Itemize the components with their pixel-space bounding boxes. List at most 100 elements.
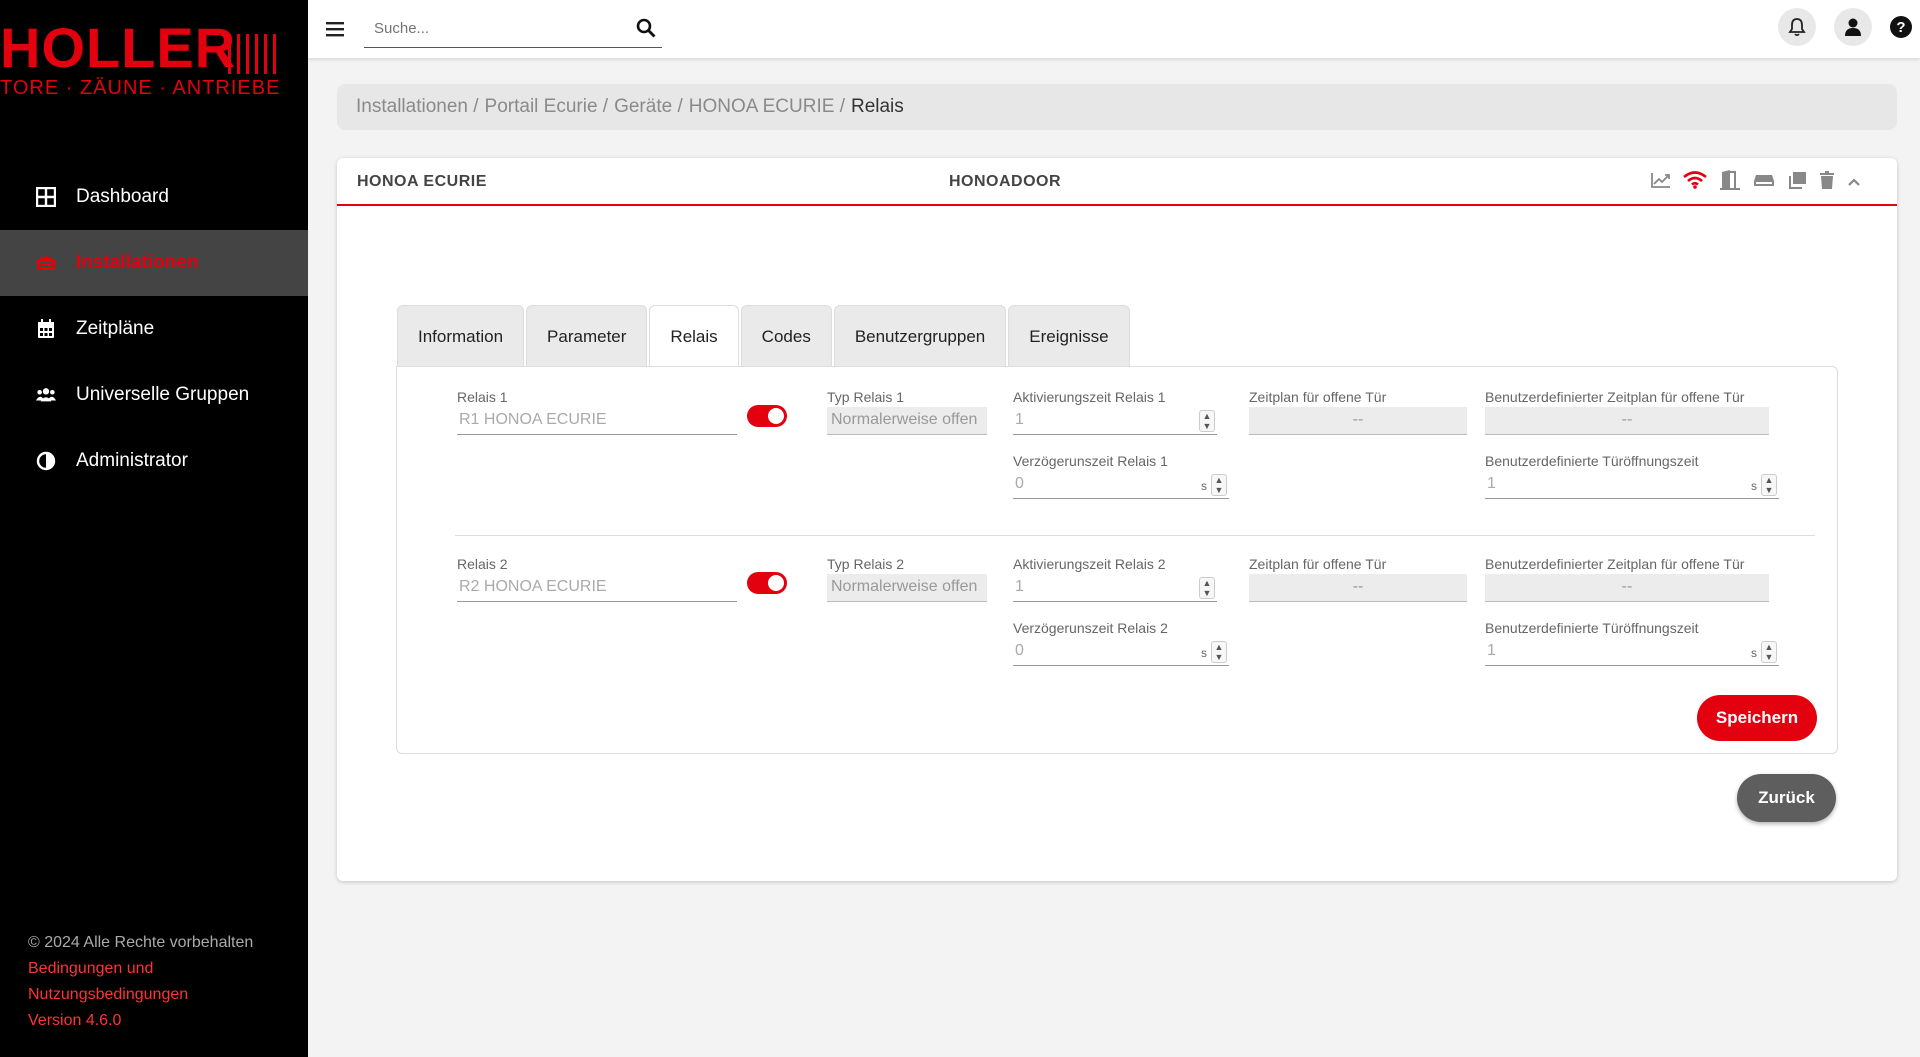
unit-label: s: [1751, 646, 1757, 660]
sidebar-item-dashboard[interactable]: Dashboard: [0, 164, 308, 230]
relay-1-delay-label: Verzögerunszeit Relais 1: [1013, 453, 1168, 469]
sidebar: HOLLER TORE · ZÄUNE · ANTRIEBE Dashboard…: [0, 0, 308, 1057]
relay-2-delay-input[interactable]: 0 s ▲ ▼: [1013, 638, 1229, 666]
sidebar-nav: Dashboard Installationen Zeitpläne Unive…: [0, 164, 308, 494]
stepper-icon[interactable]: ▲ ▼: [1761, 474, 1777, 496]
sidebar-item-label: Dashboard: [76, 186, 169, 207]
chevron-up-icon[interactable]: [1847, 174, 1861, 192]
breadcrumb-link-installationen[interactable]: Installationen /: [356, 96, 479, 118]
garage-icon: [36, 253, 56, 273]
sidebar-footer: © 2024 Alle Rechte vorbehalten Bedingung…: [28, 930, 253, 1034]
door-icon[interactable]: [1719, 170, 1741, 195]
version-text: Version 4.6.0: [28, 1012, 122, 1029]
breadcrumb-current: Relais: [850, 96, 904, 117]
relay-2-custom-schedule-label: Benutzerdefinierter Zeitplan für offene …: [1485, 556, 1745, 572]
hamburger-menu-icon[interactable]: [326, 16, 348, 42]
relay-1-schedule-select[interactable]: --: [1249, 407, 1467, 435]
sidebar-item-label: Installationen: [76, 252, 199, 273]
sidebar-item-universelle-gruppen[interactable]: Universelle Gruppen: [0, 362, 308, 428]
relay-1-schedule-label: Zeitplan für offene Tür: [1249, 389, 1387, 405]
tab-information[interactable]: Information: [397, 305, 525, 367]
tab-codes[interactable]: Codes: [740, 305, 832, 367]
copy-icon[interactable]: [1787, 171, 1807, 194]
relay-1-name-input[interactable]: R1 HONOA ECURIE: [457, 407, 737, 435]
relay-2-enable-toggle[interactable]: [747, 572, 787, 594]
relay-2-custom-schedule-select[interactable]: --: [1485, 574, 1769, 602]
relay-1-name-label: Relais 1: [457, 389, 508, 405]
users-icon: [36, 385, 56, 405]
relay-2-type-label: Typ Relais 2: [827, 556, 905, 572]
device-type: HONOADOOR: [949, 173, 1062, 190]
tab-ereignisse[interactable]: Ereignisse: [1008, 305, 1130, 367]
topbar-actions: ?: [1778, 8, 1920, 46]
relay-2-name-input[interactable]: R2 HONOA ECURIE: [457, 574, 737, 602]
relay-1-enable-toggle[interactable]: [747, 405, 787, 427]
relay-2-custom-open-input[interactable]: 1 s ▲ ▼: [1485, 638, 1779, 666]
breadcrumb-link-device[interactable]: HONOA ECURIE /: [689, 96, 845, 118]
save-button[interactable]: Speichern: [1697, 695, 1817, 741]
sidebar-item-installationen[interactable]: Installationen: [0, 230, 308, 296]
relay-1-type-select[interactable]: Normalerweise offen: [827, 407, 987, 435]
relay-2-schedule-label: Zeitplan für offene Tür: [1249, 556, 1387, 572]
relay-2-custom-open-label: Benutzerdefinierte Türöffnungszeit: [1485, 620, 1699, 636]
relay-1-custom-schedule-label: Benutzerdefinierter Zeitplan für offene …: [1485, 389, 1745, 405]
relay-1-activation-value: 1: [1015, 411, 1024, 428]
sidebar-item-label: Universelle Gruppen: [76, 384, 250, 405]
back-button[interactable]: Zurück: [1737, 774, 1836, 822]
relay-1-activation-label: Aktivierungszeit Relais 1: [1013, 389, 1166, 405]
sidebar-item-administrator[interactable]: Administrator: [0, 428, 308, 494]
device-name: HONOA ECURIE: [357, 173, 487, 190]
grid-icon: [36, 187, 56, 207]
breadcrumb-link-geraete[interactable]: Geräte /: [614, 96, 683, 118]
sidebar-item-zeitplaene[interactable]: Zeitpläne: [0, 296, 308, 362]
relay-2-activation-value: 1: [1015, 578, 1024, 595]
breadcrumb: Installationen / Portail Ecurie / Geräte…: [337, 84, 1897, 130]
breadcrumb-link-portail-ecurie[interactable]: Portail Ecurie /: [485, 96, 609, 118]
relay-1-type-label: Typ Relais 1: [827, 389, 905, 405]
stepper-icon[interactable]: ▲ ▼: [1199, 577, 1215, 599]
relay-1-custom-open-input[interactable]: 1 s ▲ ▼: [1485, 471, 1779, 499]
terms-link[interactable]: Bedingungen und Nutzungsbedingungen: [28, 956, 228, 1008]
tab-relais[interactable]: Relais: [649, 305, 739, 368]
trash-icon[interactable]: [1819, 171, 1835, 194]
logo-bars: [228, 34, 298, 74]
sidebar-item-label: Administrator: [76, 450, 188, 471]
relay-2-name-label: Relais 2: [457, 556, 508, 572]
unit-label: s: [1751, 479, 1757, 493]
calendar-icon: [36, 319, 56, 339]
relay-divider: [455, 535, 1815, 536]
relay-2-delay-label: Verzögerunszeit Relais 2: [1013, 620, 1168, 636]
relay-2-schedule-select[interactable]: --: [1249, 574, 1467, 602]
chart-icon[interactable]: [1651, 172, 1671, 193]
user-profile-icon[interactable]: [1834, 8, 1872, 46]
relay-2-activation-input[interactable]: 1 ▲ ▼: [1013, 574, 1217, 602]
topbar: ?: [308, 0, 1920, 58]
copyright-text: © 2024 Alle Rechte vorbehalten: [28, 934, 254, 951]
holler-logo[interactable]: HOLLER TORE · ZÄUNE · ANTRIEBE: [0, 16, 300, 102]
stepper-icon[interactable]: ▲ ▼: [1761, 641, 1777, 663]
contrast-icon: [36, 451, 56, 471]
search-icon[interactable]: [636, 18, 656, 43]
notifications-bell-icon[interactable]: [1778, 8, 1816, 46]
relay-1-custom-schedule-select[interactable]: --: [1485, 407, 1769, 435]
device-card: HONOA ECURIE HONOADOOR Information Param…: [337, 158, 1897, 881]
card-actions: [1651, 170, 1861, 195]
stepper-icon[interactable]: ▲ ▼: [1211, 641, 1227, 663]
help-icon[interactable]: ?: [1890, 16, 1912, 38]
stepper-icon[interactable]: ▲ ▼: [1199, 410, 1215, 432]
relay-2-type-select[interactable]: Normalerweise offen: [827, 574, 987, 602]
card-header: HONOA ECURIE HONOADOOR: [337, 158, 1897, 206]
unit-label: s: [1201, 646, 1207, 660]
tab-benutzergruppen[interactable]: Benutzergruppen: [833, 305, 1007, 367]
search-input[interactable]: [364, 10, 614, 46]
tab-parameter[interactable]: Parameter: [526, 305, 648, 367]
relay-1-delay-input[interactable]: 0 s ▲ ▼: [1013, 471, 1229, 499]
wifi-icon[interactable]: [1683, 171, 1707, 194]
relais-panel: Relais 1 R1 HONOA ECURIE Typ Relais 1 No…: [396, 366, 1838, 754]
relay-2-activation-label: Aktivierungszeit Relais 2: [1013, 556, 1166, 572]
logo-text: HOLLER: [0, 16, 237, 79]
relay-1-delay-value: 0: [1015, 475, 1024, 492]
storage-icon[interactable]: [1753, 172, 1775, 193]
relay-1-activation-input[interactable]: 1 ▲ ▼: [1013, 407, 1217, 435]
stepper-icon[interactable]: ▲ ▼: [1211, 474, 1227, 496]
